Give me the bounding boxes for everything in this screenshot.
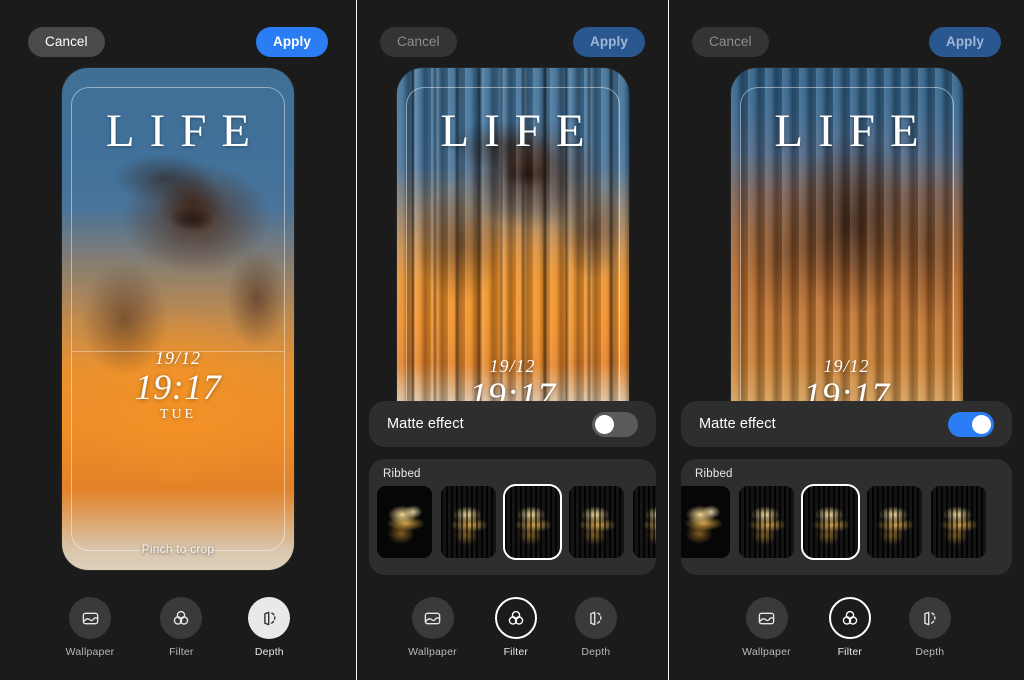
filter-carousel: Ribbed (681, 459, 1012, 575)
depth-icon (574, 597, 617, 639)
top-action-bar: Cancel Apply (669, 27, 1024, 57)
pinch-to-crop-hint: Pinch to crop (141, 542, 215, 556)
thumbnail-image (569, 486, 624, 558)
wallpaper-photo (62, 68, 294, 570)
nav-item-filter[interactable]: Filter (828, 597, 871, 658)
nav-label-filter: Filter (837, 646, 863, 658)
nav-item-filter[interactable]: Filter (494, 597, 537, 658)
wallpaper-photo (396, 68, 629, 420)
nav-label-wallpaper: Wallpaper (65, 646, 115, 658)
thumbnail-image (441, 486, 496, 558)
filter-circles-icon (160, 597, 203, 639)
screenshot-stage: Cancel Apply LIFE 19/12 19:17 TUE Pinch … (0, 0, 1024, 680)
nav-item-wallpaper[interactable]: Wallpaper (408, 597, 457, 658)
nav-item-wallpaper[interactable]: Wallpaper (742, 597, 791, 658)
thumbnail-image (377, 486, 432, 558)
nav-label-wallpaper: Wallpaper (408, 646, 457, 658)
top-action-bar: Cancel Apply (357, 27, 668, 57)
filter-name-label: Ribbed (383, 468, 421, 480)
filter-name-label: Ribbed (695, 468, 733, 480)
filter-thumbnail[interactable] (681, 486, 730, 558)
nav-item-depth[interactable]: Depth (574, 597, 617, 658)
cancel-button[interactable]: Cancel (692, 27, 769, 57)
cancel-button[interactable]: Cancel (28, 27, 105, 57)
filter-thumbnail[interactable] (867, 486, 922, 558)
toggle-knob (972, 414, 991, 434)
filter-thumbnail-strip[interactable] (681, 480, 1012, 560)
nav-item-depth[interactable]: Depth (908, 597, 951, 658)
matte-effect-toggle[interactable] (592, 411, 638, 437)
matte-effect-label: Matte effect (699, 416, 776, 432)
bottom-nav: Wallpaper Filter Depth (357, 597, 668, 658)
nav-label-depth: Depth (915, 646, 945, 658)
filter-thumbnail[interactable] (739, 486, 794, 558)
filter-circles-icon (828, 597, 871, 639)
nav-item-depth[interactable]: Depth (248, 597, 291, 658)
panel-filter-matte-on: Cancel Apply LIFE 19/12 19:17 TUE Matte … (669, 0, 1024, 680)
nav-item-wallpaper[interactable]: Wallpaper (66, 597, 115, 658)
matte-effect-label: Matte effect (387, 416, 464, 432)
thumbnail-image (633, 486, 656, 558)
filter-carousel: Ribbed (369, 459, 656, 575)
filter-thumbnail[interactable] (377, 486, 432, 558)
thumbnail-image (931, 486, 986, 558)
bottom-nav: Wallpaper Filter Depth (0, 597, 356, 658)
bottom-nav: Wallpaper Filter Depth (669, 597, 1024, 658)
wallpaper-icon (411, 597, 454, 639)
thumbnail-image (681, 486, 730, 558)
nav-label-filter: Filter (503, 646, 529, 658)
filter-thumbnail[interactable] (569, 486, 624, 558)
thumbnail-image (505, 486, 560, 558)
apply-button[interactable]: Apply (255, 27, 328, 57)
apply-button[interactable]: Apply (928, 27, 1001, 57)
top-action-bar: Cancel Apply (0, 27, 356, 57)
matte-effect-toggle[interactable] (948, 411, 994, 437)
phone-preview[interactable]: LIFE 19/12 19:17 TUE Pinch to crop (62, 68, 294, 570)
nav-label-depth: Depth (581, 646, 611, 658)
thumbnail-image (739, 486, 794, 558)
depth-icon (908, 597, 951, 639)
matte-effect-row: Matte effect (681, 401, 1012, 447)
wallpaper-icon (69, 597, 111, 639)
filter-circles-icon (494, 597, 537, 639)
panel-depth: Cancel Apply LIFE 19/12 19:17 TUE Pinch … (0, 0, 356, 680)
phone-preview[interactable]: LIFE 19/12 19:17 TUE (730, 68, 963, 420)
nav-label-depth: Depth (254, 646, 284, 658)
nav-label-wallpaper: Wallpaper (742, 646, 791, 658)
filter-thumbnail[interactable] (441, 486, 496, 558)
panel-filter-matte-off: Cancel Apply LIFE 19/12 19:17 TUE Matte … (357, 0, 668, 680)
filter-thumbnail[interactable] (931, 486, 986, 558)
wallpaper-photo (730, 68, 963, 420)
apply-button[interactable]: Apply (572, 27, 645, 57)
cancel-button[interactable]: Cancel (380, 27, 457, 57)
nav-item-filter[interactable]: Filter (160, 597, 203, 658)
matte-effect-row: Matte effect (369, 401, 656, 447)
wallpaper-icon (745, 597, 788, 639)
toggle-knob (595, 414, 614, 434)
thumbnail-image (867, 486, 922, 558)
filter-thumbnail[interactable] (633, 486, 656, 558)
thumbnail-image (803, 486, 858, 558)
depth-icon (248, 597, 291, 639)
filter-thumbnail-strip[interactable] (369, 480, 656, 560)
filter-thumbnail-selected[interactable] (801, 484, 860, 560)
filter-thumbnail-selected[interactable] (503, 484, 562, 560)
phone-preview[interactable]: LIFE 19/12 19:17 TUE (396, 68, 629, 420)
nav-label-filter: Filter (169, 646, 194, 658)
